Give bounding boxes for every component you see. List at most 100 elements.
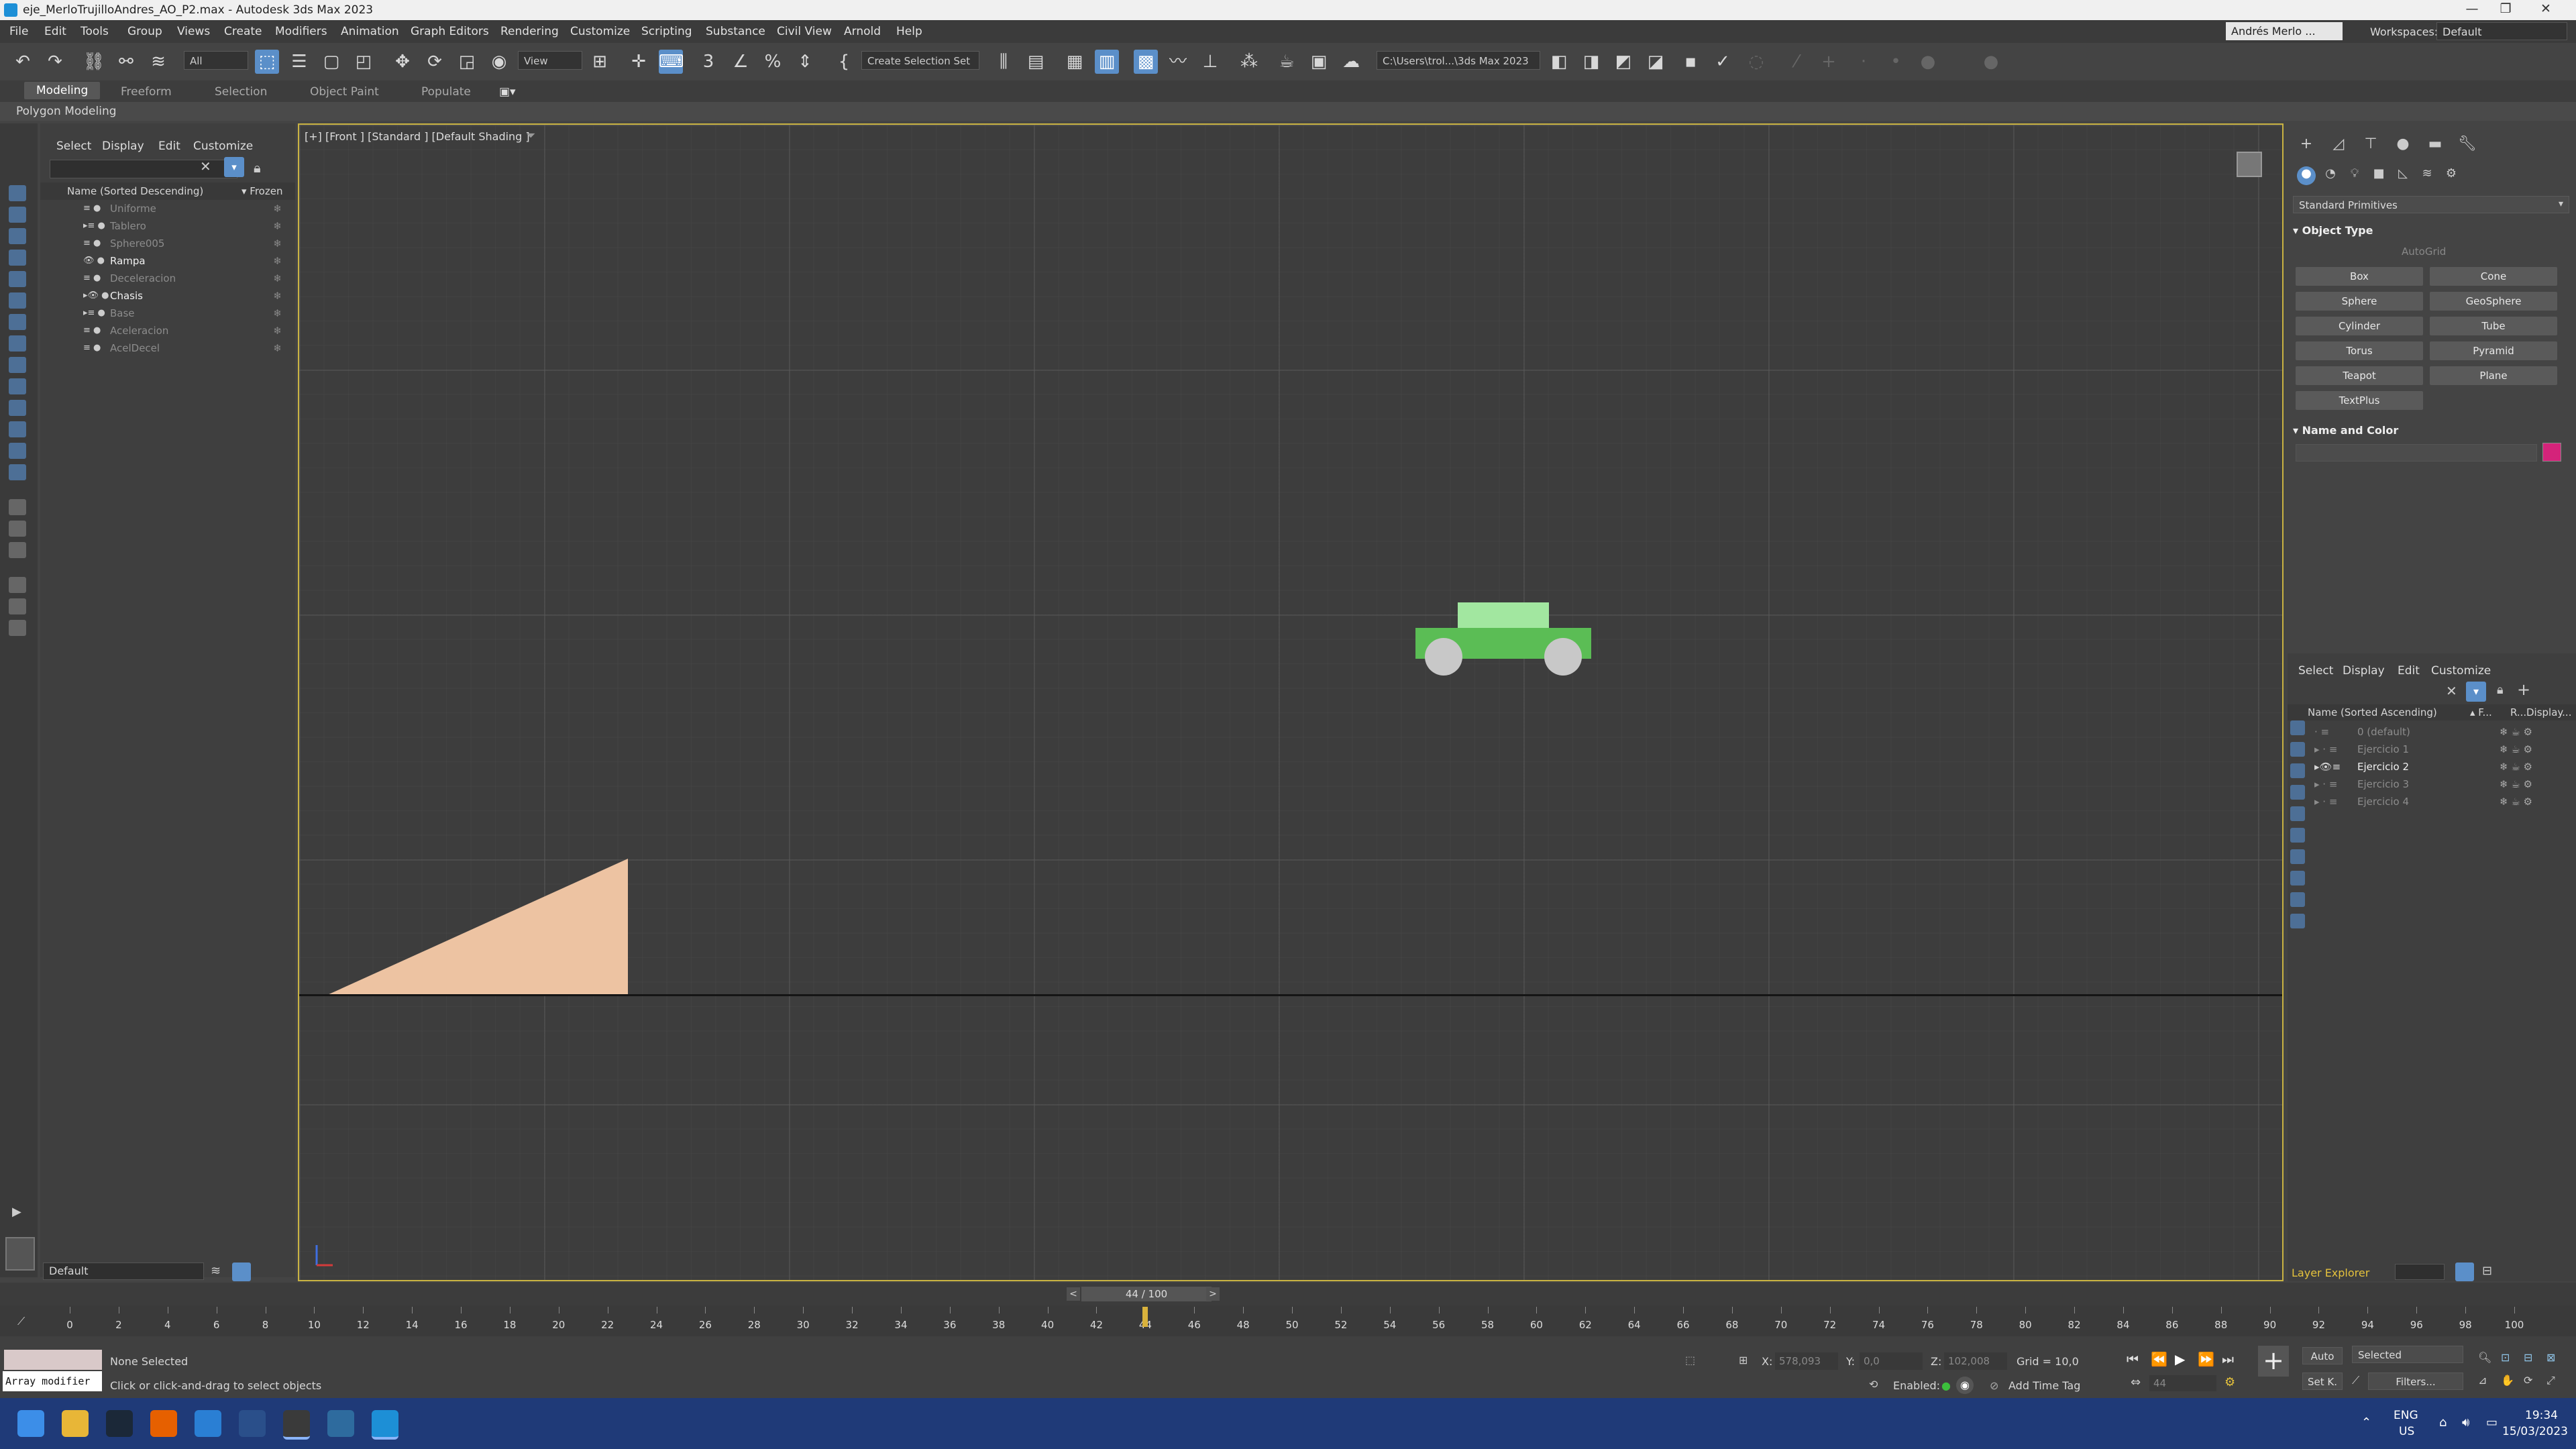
display-geometry-icon[interactable]	[9, 207, 26, 223]
display-particle-icon[interactable]	[9, 464, 26, 480]
polygon-modeling-label[interactable]: Polygon Modeling	[16, 105, 117, 118]
list-item-base[interactable]: ▸≡ ● Base ❄	[51, 305, 287, 322]
display-shapes-icon[interactable]	[2290, 763, 2305, 778]
menu-edit[interactable]: Edit	[44, 25, 66, 38]
next-frame-button[interactable]: >	[1206, 1287, 1220, 1301]
key-filters-icon[interactable]: ⟋	[2352, 1374, 2359, 1387]
display-frozen-icon[interactable]	[9, 421, 26, 437]
le-menu-edit[interactable]: Edit	[2398, 664, 2420, 678]
play-icon[interactable]: ▶	[2175, 1351, 2185, 1367]
display-tab-icon[interactable]: ▬	[2426, 136, 2445, 154]
mirror-icon[interactable]: ⫼	[991, 50, 1016, 74]
se-menu-customize[interactable]: Customize	[193, 140, 253, 153]
freeze-icon[interactable]: ❄	[273, 270, 282, 287]
redo-icon[interactable]: ↷	[43, 50, 67, 74]
curve-editor-icon[interactable]: 〰	[1166, 50, 1190, 74]
project-files-icon[interactable]: ◩	[1611, 50, 1635, 74]
car-cabin[interactable]	[1458, 602, 1549, 629]
named-selection-sets-dropdown[interactable]: Create Selection Set	[861, 51, 979, 70]
layer-flags-icon[interactable]: ❄ ☕ ⚙	[2500, 775, 2532, 793]
cone-button[interactable]: Cone	[2430, 267, 2557, 286]
layer-row-ejercicio-4[interactable]: ▸ · ≡ Ejercicio 4 ❄ ☕ ⚙	[2314, 793, 2536, 810]
maxscript-listener[interactable]	[4, 1350, 102, 1370]
freeze-icon[interactable]: ❄	[273, 252, 282, 270]
zoom-all-icon[interactable]: ⊡	[2501, 1351, 2510, 1364]
tab-selection[interactable]: Selection	[215, 85, 267, 99]
menu-group[interactable]: Group	[127, 25, 162, 38]
clear-search-icon[interactable]: ✕	[2446, 683, 2457, 699]
clock-date[interactable]: 15/03/2023	[2502, 1425, 2568, 1438]
tube-button[interactable]: Tube	[2430, 317, 2557, 335]
display-helpers-icon[interactable]	[9, 292, 26, 309]
filter-toggle-icon[interactable]: ▾	[2466, 682, 2486, 702]
menu-help[interactable]: Help	[896, 25, 922, 38]
keyboard-shortcut-override-icon[interactable]: ⌨	[659, 50, 684, 74]
select-by-name-icon[interactable]: ☰	[287, 50, 311, 74]
adaptive-degradation-icon[interactable]: ⟲	[1869, 1378, 1878, 1391]
freeze-icon[interactable]: ❄	[273, 305, 282, 322]
project-folder-dropdown[interactable]: C:\Users\trol...\3ds Max 2023	[1377, 51, 1540, 70]
zoom-extents-icon[interactable]: ⊟	[2524, 1351, 2532, 1364]
display-lights-icon[interactable]	[9, 250, 26, 266]
layer-explorer-toggle-icon[interactable]	[2455, 1263, 2474, 1281]
ramp-object[interactable]	[326, 859, 628, 996]
shapes-category-icon[interactable]: ◔	[2321, 166, 2340, 185]
le-menu-display[interactable]: Display	[2343, 664, 2385, 678]
auto-key-button[interactable]: Auto	[2302, 1347, 2343, 1364]
object-name-input[interactable]	[2296, 444, 2537, 462]
freeze-icon[interactable]: ❄	[273, 322, 282, 339]
cylinder-button[interactable]: Cylinder	[2296, 317, 2423, 335]
tag-icon[interactable]: ⊘	[1990, 1379, 1998, 1392]
freeze-icon[interactable]: ❄	[273, 287, 282, 305]
sphere-button[interactable]: Sphere	[2296, 292, 2423, 311]
layer-explorer-dropdown[interactable]	[2395, 1264, 2445, 1280]
se-menu-select[interactable]: Select	[56, 140, 91, 153]
layer-flags-icon[interactable]: ❄ ☕ ⚙	[2500, 741, 2532, 758]
set-key-big-button[interactable]: +	[2258, 1346, 2289, 1377]
le-menu-select[interactable]: Select	[2298, 664, 2333, 678]
spinner-snap-icon[interactable]: ⇕	[793, 50, 817, 74]
schematic-view-icon[interactable]: ⊥	[1198, 50, 1222, 74]
col-name-header[interactable]: Name (Sorted Descending)	[67, 185, 203, 197]
selection-filter-dropdown[interactable]: All	[184, 51, 248, 70]
freeze-icon[interactable]: ❄	[273, 217, 282, 235]
minimize-button[interactable]: —	[2455, 1, 2489, 19]
menu-graph-editors[interactable]: Graph Editors	[411, 25, 489, 38]
reference-coordinate-dropdown[interactable]: View	[518, 51, 582, 70]
spacewarps-category-icon[interactable]: ≋	[2418, 166, 2436, 185]
zoom-icon[interactable]: 🔍︎	[2478, 1351, 2491, 1364]
clear-search-icon[interactable]: ✕	[200, 158, 211, 174]
windows-start-icon[interactable]	[17, 1410, 44, 1437]
ribbon-options-icon[interactable]: ▣▾	[499, 85, 516, 99]
se-menu-display[interactable]: Display	[102, 140, 144, 153]
se-menu-edit[interactable]: Edit	[158, 140, 180, 153]
object-type-rollout[interactable]: ▾ Object Type	[2293, 224, 2569, 237]
firefox-icon[interactable]	[150, 1410, 177, 1437]
filter-icon[interactable]	[9, 577, 26, 593]
goto-end-icon[interactable]: ⏭	[2222, 1351, 2234, 1367]
layer-settings-icon[interactable]: ⊟	[2482, 1264, 2492, 1278]
display-containers-icon[interactable]	[9, 400, 26, 416]
layer-flags-icon[interactable]: ❄ ☕ ⚙	[2500, 723, 2532, 741]
toggle-layer-explorer-icon[interactable]: ▥	[1095, 50, 1119, 74]
prev-frame-button[interactable]: <	[1067, 1287, 1080, 1301]
rendered-frame-window-icon[interactable]: ▣	[1307, 50, 1331, 74]
time-slider-thumb[interactable]: 44 / 100	[1081, 1287, 1212, 1301]
geosphere-button[interactable]: GeoSphere	[2430, 292, 2557, 311]
systems-category-icon[interactable]: ⚙	[2442, 166, 2461, 185]
maximize-viewport-icon[interactable]: ⤢	[2546, 1374, 2555, 1387]
menu-animation[interactable]: Animation	[341, 25, 399, 38]
window-crossing-icon[interactable]: ◰	[352, 50, 376, 74]
unlink-icon[interactable]: ⚯	[114, 50, 138, 74]
tab-modeling[interactable]: Modeling	[24, 82, 101, 99]
display-geometry-icon[interactable]	[2290, 742, 2305, 757]
create-tab-icon[interactable]: +	[2297, 136, 2316, 154]
layer-row-ejercicio-1[interactable]: ▸ · ≡ Ejercicio 1 ❄ ☕ ⚙	[2314, 741, 2536, 758]
placement-icon[interactable]: ◉	[487, 50, 511, 74]
enabled-indicator-icon[interactable]: ●	[1941, 1379, 1951, 1392]
pyramid-button[interactable]: Pyramid	[2430, 341, 2557, 360]
open-explorer-icon[interactable]: ◧	[1547, 50, 1571, 74]
front-viewport[interactable]: [+] [Front ] [Standard ] [Default Shadin…	[298, 123, 2284, 1281]
status-check-icon[interactable]: ✓	[1711, 50, 1735, 74]
app-icon-2[interactable]	[283, 1410, 310, 1440]
